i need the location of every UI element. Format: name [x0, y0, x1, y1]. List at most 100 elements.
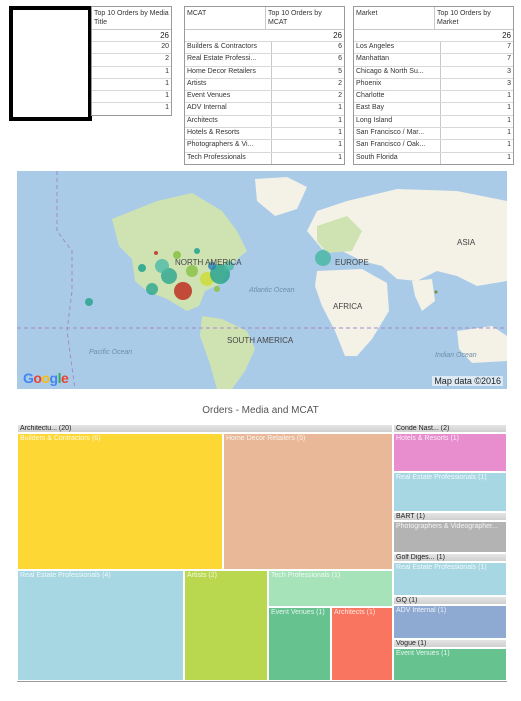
- column-header[interactable]: Top 10 Orders by Media Title: [92, 7, 171, 29]
- treemap-group-header[interactable]: BART (1): [393, 512, 507, 521]
- table-row[interactable]: 1: [92, 91, 171, 104]
- label-europe: EUROPE: [335, 258, 369, 267]
- table-row[interactable]: 1: [92, 67, 171, 79]
- row-label: Manhattan: [354, 54, 441, 66]
- map-canvas[interactable]: NORTH AMERICA EUROPE ASIA AFRICA SOUTH A…: [17, 171, 507, 389]
- treemap-cell[interactable]: Architects (1): [331, 607, 393, 681]
- table-row[interactable]: Phoenix 3: [354, 78, 513, 92]
- treemap-cell-label: Tech Professionals (1): [271, 572, 341, 579]
- treemap-cell[interactable]: Event Venues (1): [268, 607, 331, 681]
- table-row[interactable]: Builders & Contractors 6: [185, 42, 344, 55]
- table-row[interactable]: 1: [92, 79, 171, 92]
- row-label: [92, 42, 149, 53]
- column-header-orders[interactable]: Top 10 Orders by Market: [435, 7, 513, 29]
- row-label: Photographers & Vi...: [185, 140, 272, 152]
- table-row[interactable]: Home Decor Retailers 5: [185, 66, 344, 79]
- treemap-cell[interactable]: Real Estate Professionals (1): [393, 472, 507, 512]
- treemap-cell[interactable]: Photographers & Videographer...: [393, 521, 507, 553]
- table-total: 26: [354, 30, 513, 42]
- table-row[interactable]: South Florida 1: [354, 152, 513, 164]
- treemap-group-header[interactable]: Conde Nast... (2): [393, 424, 507, 433]
- label-asia: ASIA: [457, 238, 476, 247]
- row-value: 6: [338, 43, 342, 50]
- table-row[interactable]: Event Venues 2: [185, 91, 344, 104]
- treemap-cell[interactable]: Home Decor Retailers (5): [223, 433, 393, 570]
- table-row[interactable]: Real Estate Professi... 6: [185, 54, 344, 67]
- row-value: 3: [507, 67, 511, 75]
- row-value: 5: [338, 67, 342, 75]
- dateline: [56, 171, 76, 389]
- treemap-group-header[interactable]: Vogue (1): [393, 639, 507, 648]
- row-label: ADV Internal: [185, 103, 272, 115]
- row-label: Builders & Contractors: [185, 42, 272, 54]
- table-row[interactable]: Artists 2: [185, 78, 344, 92]
- table-row[interactable]: Los Angeles 7: [354, 42, 513, 55]
- table-row[interactable]: Long Island 1: [354, 115, 513, 129]
- table-row[interactable]: Photographers & Vi... 1: [185, 140, 344, 153]
- treemap-cell-label: ADV Internal (1): [396, 607, 447, 614]
- treemap-cell[interactable]: ADV Internal (1): [393, 605, 507, 639]
- treemap-group-header[interactable]: GQ (1): [393, 596, 507, 605]
- row-value: 1: [165, 92, 169, 100]
- media-title-table: Top 10 Orders by Media Title 26 20 2 1 1 1 1: [91, 6, 172, 116]
- row-label: Phoenix: [354, 78, 441, 91]
- table-row[interactable]: East Bay 1: [354, 103, 513, 116]
- table-row[interactable]: Hotels & Resorts 1: [185, 128, 344, 141]
- image-placeholder: [9, 6, 92, 121]
- table-row[interactable]: 2: [92, 54, 171, 67]
- treemap-group-header[interactable]: Architectu... (20): [17, 424, 393, 433]
- row-value: 2: [165, 55, 169, 63]
- table-header: Market Top 10 Orders by Market: [354, 7, 513, 30]
- row-label: Hotels & Resorts: [185, 128, 272, 140]
- treemap-cell-label: Home Decor Retailers (5): [226, 435, 306, 442]
- table-total: 26: [185, 30, 344, 42]
- treemap-cell[interactable]: Artists (2): [184, 570, 268, 681]
- row-value: 1: [338, 116, 342, 124]
- land-africa: [315, 269, 389, 356]
- row-label: Tech Professionals: [185, 152, 272, 164]
- label-atlantic: Atlantic Ocean: [248, 287, 295, 294]
- row-value: 6: [338, 55, 342, 63]
- treemap-group-header[interactable]: Golf Diges... (1): [393, 553, 507, 562]
- column-header-orders[interactable]: Top 10 Orders by MCAT: [266, 7, 344, 29]
- treemap-cell[interactable]: Real Estate Professionals (1): [393, 562, 507, 596]
- treemap-cell-label: Architects (1): [334, 609, 376, 616]
- table-row[interactable]: Chicago & North Su... 3: [354, 66, 513, 79]
- treemap[interactable]: Architectu... (20) Conde Nast... (2) BART …: [17, 424, 507, 682]
- row-label: San Francisco / Mar...: [354, 128, 441, 140]
- google-logo[interactable]: Google: [23, 370, 69, 386]
- treemap-cell[interactable]: Event Venues (1): [393, 648, 507, 681]
- table-row[interactable]: ADV Internal 1: [185, 103, 344, 116]
- table-row[interactable]: Architects 1: [185, 115, 344, 129]
- column-header-market[interactable]: Market: [354, 7, 435, 29]
- table-row[interactable]: San Francisco / Oak... 1: [354, 140, 513, 153]
- table-row[interactable]: 1: [92, 103, 171, 114]
- table-row[interactable]: Manhattan 7: [354, 54, 513, 67]
- label-africa: AFRICA: [333, 302, 363, 311]
- mcat-table: MCAT Top 10 Orders by MCAT 26 Builders &…: [184, 6, 345, 165]
- bubble-europe: [315, 250, 331, 266]
- column-header-mcat[interactable]: MCAT: [185, 7, 266, 29]
- world-map[interactable]: NORTH AMERICA EUROPE ASIA AFRICA SOUTH A…: [17, 171, 507, 389]
- row-label: [92, 54, 149, 65]
- treemap-cell-label: Artists (2): [187, 572, 217, 579]
- treemap-cell[interactable]: Hotels & Resorts (1): [393, 433, 507, 472]
- row-label: San Francisco / Oak...: [354, 140, 441, 152]
- treemap-cell[interactable]: Tech Professionals (1): [268, 570, 393, 607]
- label-south-america: SOUTH AMERICA: [227, 336, 294, 345]
- treemap-cell[interactable]: Real Estate Professionals (4): [17, 570, 184, 681]
- row-value: 1: [507, 129, 511, 137]
- table-row[interactable]: 20: [92, 42, 171, 55]
- table-row[interactable]: San Francisco / Mar... 1: [354, 128, 513, 141]
- row-value: 1: [165, 104, 169, 112]
- table-row[interactable]: Charlotte 1: [354, 91, 513, 104]
- treemap-cell[interactable]: Builders & Contractors (6): [17, 433, 223, 570]
- map-attribution[interactable]: Map data ©2016: [432, 376, 503, 386]
- row-value: 1: [338, 141, 342, 149]
- row-value: 1: [338, 104, 342, 112]
- treemap-title: Orders - Media and MCAT: [202, 405, 319, 416]
- table-row[interactable]: Tech Professionals 1: [185, 152, 344, 164]
- row-value: 1: [507, 153, 511, 161]
- bubble-los-angeles: [174, 282, 192, 300]
- row-label: Los Angeles: [354, 42, 441, 54]
